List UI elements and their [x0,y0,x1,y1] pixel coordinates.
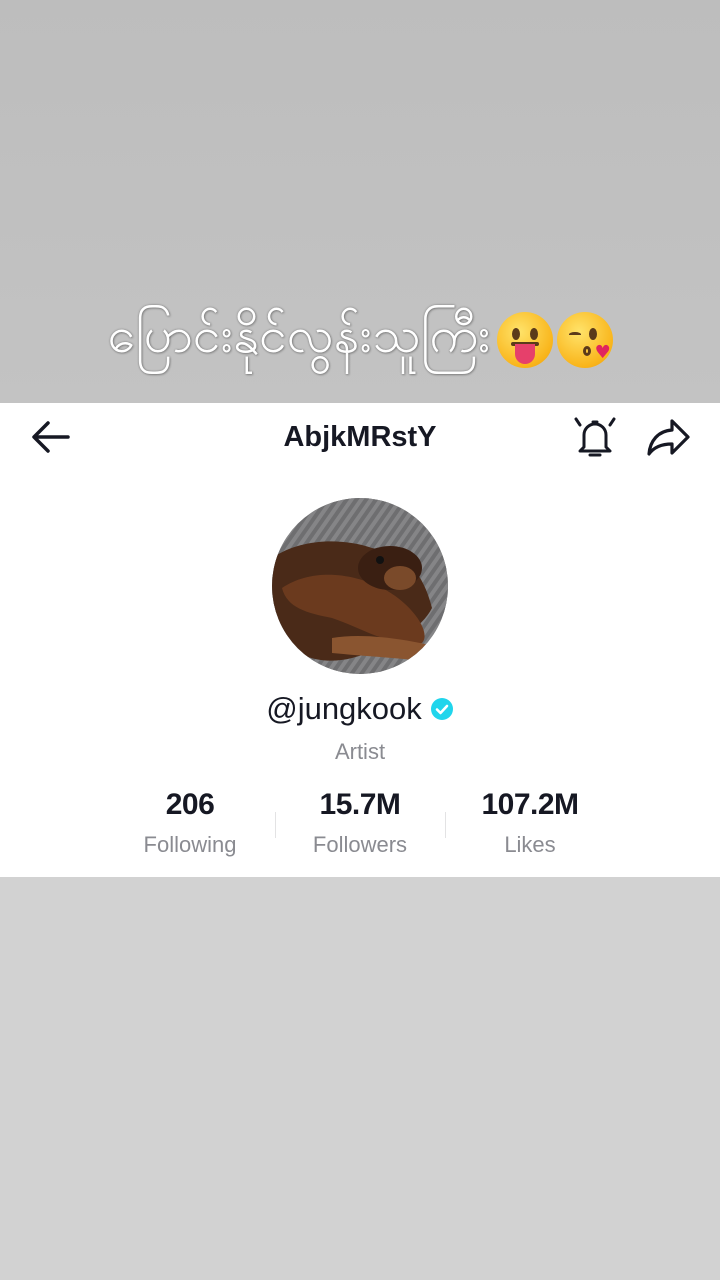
profile-stats: 206 Following 15.7M Followers 107.2M Lik… [105,788,615,868]
video-caption: ပြောင်းနိုင်လွန်းသူကြီး ♥ [0,300,720,380]
back-arrow-icon [32,421,70,453]
caption-text: ပြောင်းနိုင်လွန်းသူကြီး [107,305,491,364]
stat-divider [445,812,446,838]
stat-value: 15.7M [319,788,401,821]
stat-likes[interactable]: 107.2M Likes [445,788,615,868]
video-background-bottom [0,877,720,1280]
stat-value: 107.2M [481,788,579,821]
stat-divider [275,812,276,838]
profile-avatar[interactable] [272,498,448,674]
share-button[interactable] [644,415,692,459]
stat-value: 206 [165,788,215,821]
back-button[interactable] [28,417,74,457]
profile-header: AbjkMRstY [0,403,720,469]
stat-followers[interactable]: 15.7M Followers [275,788,445,868]
username-row: @jungkook [0,688,720,730]
share-icon [647,419,690,456]
face-with-tongue-icon [496,312,553,368]
page-title: AbjkMRstY [283,421,437,453]
stat-label: Followers [312,832,408,857]
profile-card: AbjkMRstY @jungkook Artist 206 Following… [0,403,720,877]
notification-bell-button[interactable] [572,413,618,461]
username: @jungkook [266,691,422,726]
stat-following[interactable]: 206 Following [105,788,275,868]
bell-icon [574,417,616,457]
profile-bio: Artist [334,739,386,764]
verified-badge-icon [430,698,453,720]
caption-emojis: ♥ [496,312,613,368]
avatar-photo [272,498,448,674]
face-blowing-kiss-icon: ♥ [556,312,613,368]
stat-label: Following [143,832,237,857]
stat-label: Likes [504,832,556,857]
